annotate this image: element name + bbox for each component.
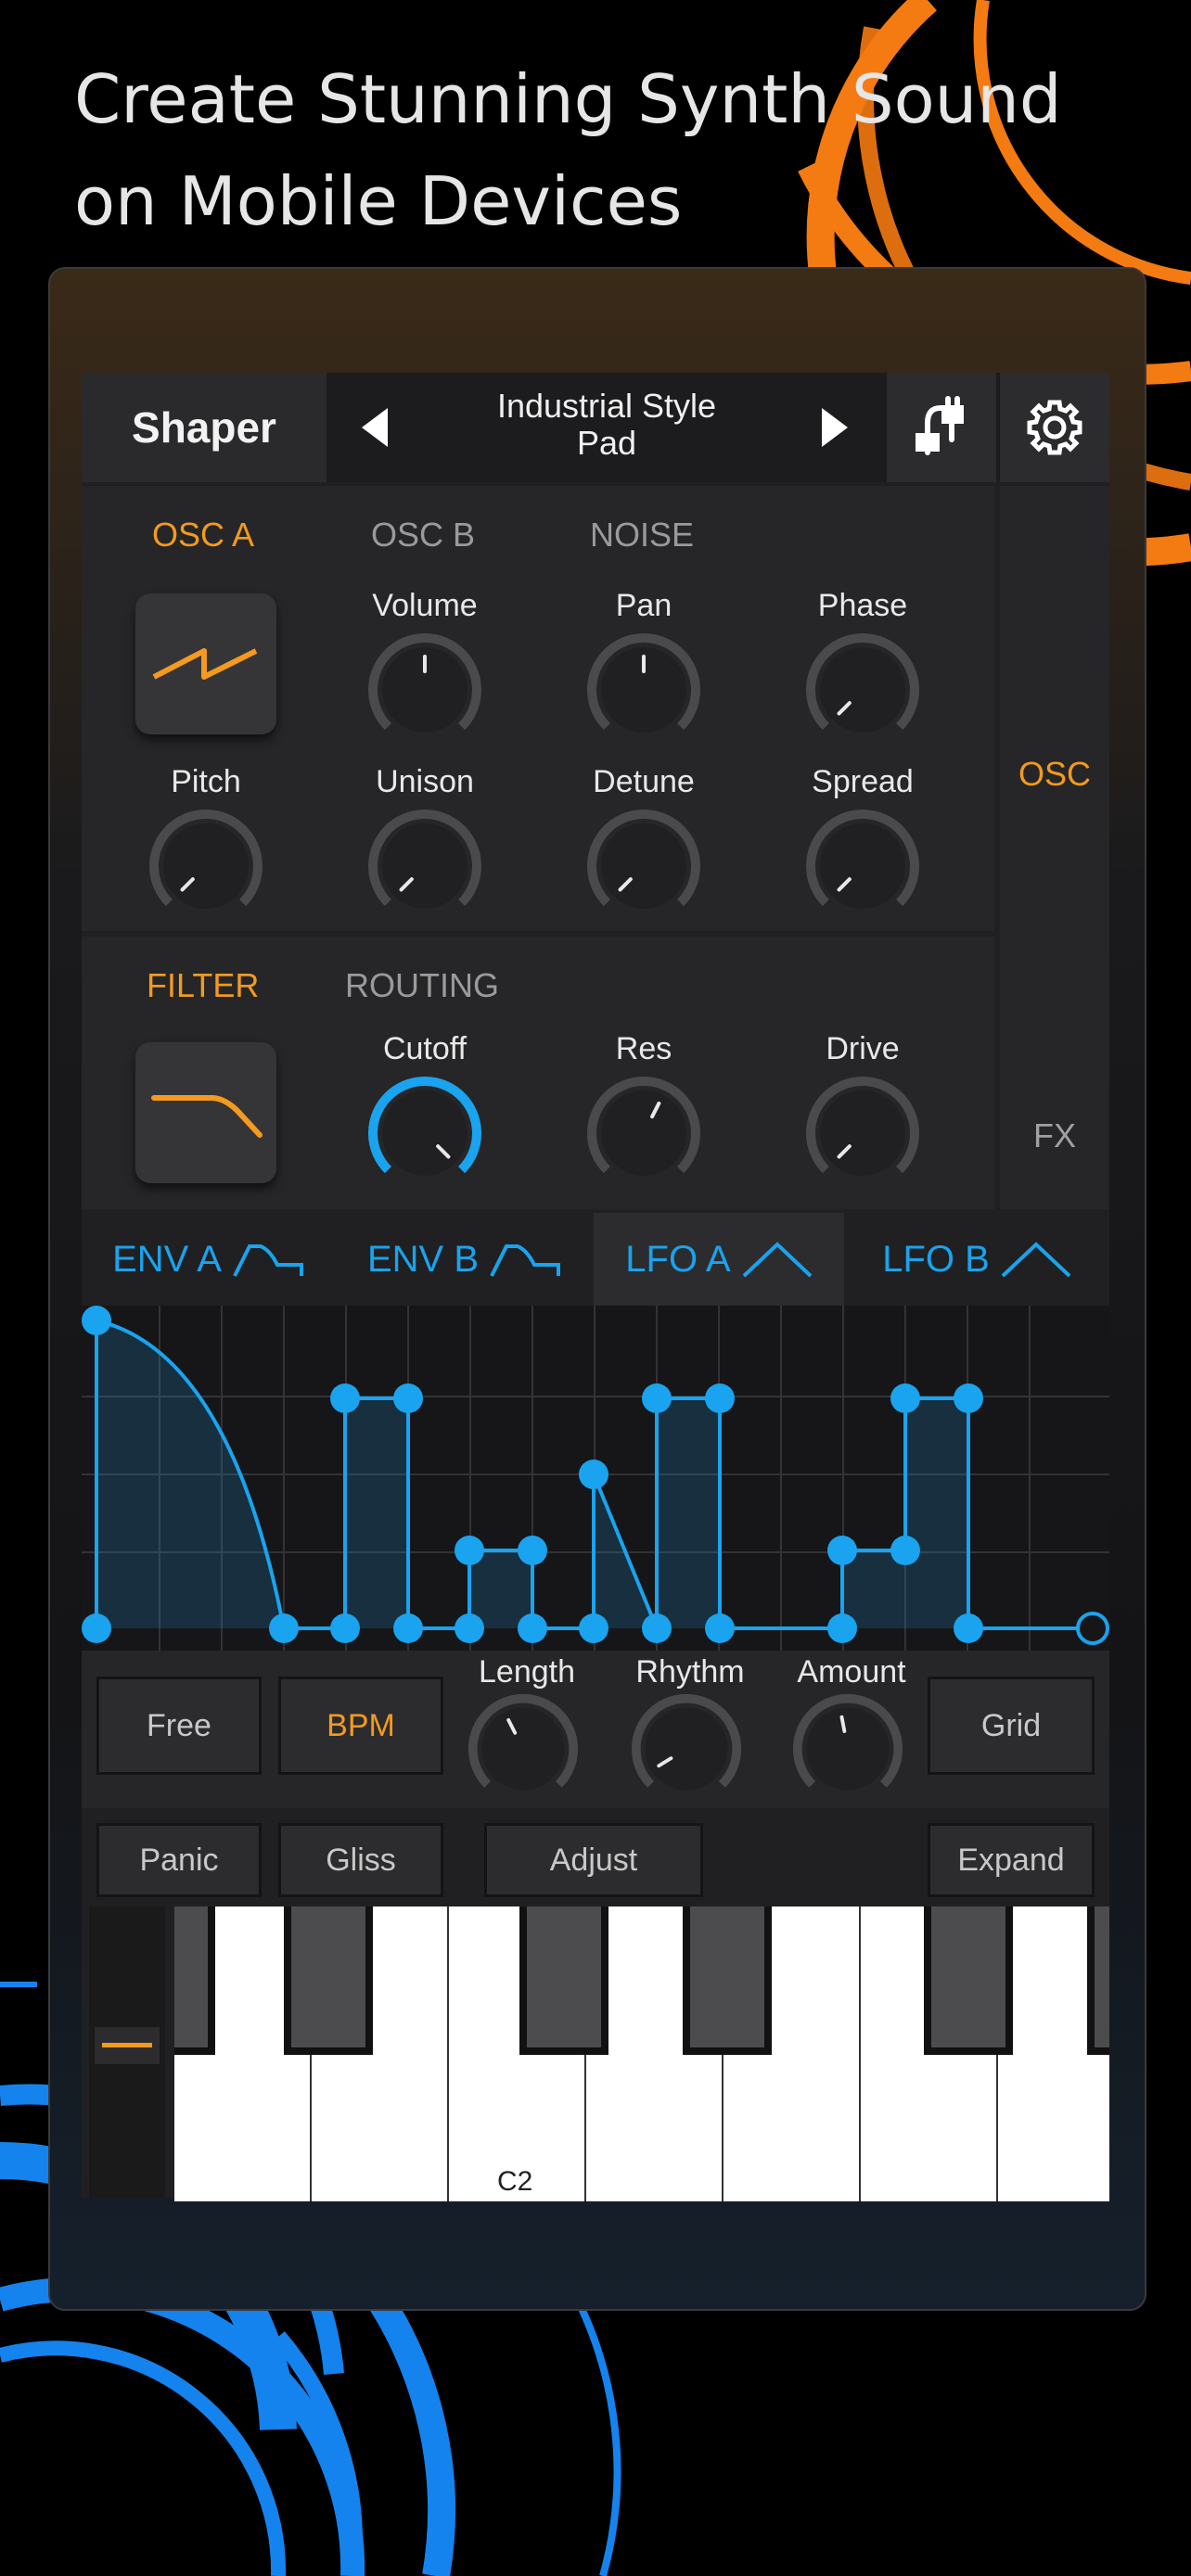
black-key[interactable] [683,1906,772,2055]
black-key[interactable] [174,1906,215,2055]
osc-panel: OSC A OSC B NOISE Volume Pan Phase Pitch… [82,486,994,931]
tab-osc-b[interactable]: OSC B [371,516,475,555]
filter-type-button[interactable] [135,1042,276,1183]
expand-button[interactable]: Expand [928,1823,1095,1897]
piano-keyboard[interactable]: C2 [174,1906,1109,2201]
headline-line-1: Create Stunning Synth Sound [74,60,1062,138]
unison-knob[interactable] [365,807,484,925]
unison-label: Unison [376,764,474,799]
triangle-wave-icon [1001,1242,1071,1278]
sawtooth-wave-icon [152,648,258,680]
envelope-icon [490,1244,561,1277]
gliss-button[interactable]: Gliss [278,1823,443,1897]
gear-icon [1027,400,1082,455]
tab-lfo-a[interactable]: LFO A [594,1213,844,1306]
pitch-wheel[interactable] [89,1906,165,2198]
amount-knob[interactable] [790,1691,905,1806]
pitch-label: Pitch [171,764,241,799]
tab-routing[interactable]: ROUTING [345,966,499,1005]
headline: Create Stunning Synth Sound on Mobile De… [74,48,1141,252]
app-name: Shaper [132,403,276,452]
filter-panel: FILTER ROUTING Cutoff Res Drive [82,937,994,1209]
settings-button[interactable] [1000,373,1109,482]
volume-label: Volume [372,588,478,623]
mod-tab-bar: ENV A ENV B LFO A LFO B [82,1213,1109,1306]
adjust-button[interactable]: Adjust [484,1823,703,1897]
detune-label: Detune [593,764,695,799]
tab-lfo-b-label: LFO B [882,1238,990,1280]
keyboard-toolbar: Panic Gliss Adjust Expand [82,1810,1109,1906]
tab-filter[interactable]: FILTER [147,966,259,1005]
side-tab-fx[interactable]: FX [1000,1116,1109,1155]
note-label: C2 [497,2166,533,2197]
spread-label: Spread [812,764,914,799]
drive-label: Drive [826,1031,900,1066]
lfo-controls: Free BPM Length Rhythm Amount Grid [82,1651,1109,1808]
detune-knob[interactable] [584,807,703,925]
tab-env-b[interactable]: ENV B [334,1213,594,1306]
pitch-wheel-line [102,2043,152,2047]
prev-preset-icon[interactable] [362,408,390,447]
preset-name-line-2: Pad [576,424,637,462]
pitch-wheel-indicator [95,2027,160,2064]
app-name-button[interactable]: Shaper [82,373,327,482]
tab-lfo-b[interactable]: LFO B [844,1213,1109,1306]
next-preset-icon[interactable] [820,408,848,447]
lfo-end-node[interactable] [1076,1612,1109,1645]
preset-name-line-1: Industrial Style [496,387,717,425]
drive-knob[interactable] [803,1074,922,1192]
tab-env-a-label: ENV A [112,1238,222,1280]
length-label: Length [479,1654,575,1690]
header-bar: Shaper Industrial Style Pad [82,373,1109,482]
cable-icon [916,396,964,455]
free-button[interactable]: Free [96,1677,262,1775]
length-knob[interactable] [466,1691,581,1806]
bpm-button[interactable]: BPM [278,1677,443,1775]
waveform-button[interactable] [135,593,276,734]
rhythm-label: Rhythm [635,1654,745,1690]
pan-knob[interactable] [584,631,703,749]
preset-selector[interactable]: Industrial Style Pad [328,373,885,482]
side-tab-column: OSC FX [1000,486,1109,1209]
headline-line-2: on Mobile Devices [74,162,683,240]
phase-knob[interactable] [803,631,922,749]
pitch-knob[interactable] [147,807,265,925]
envelope-icon [233,1244,303,1277]
cutoff-knob[interactable] [365,1074,484,1192]
tab-noise[interactable]: NOISE [590,516,694,555]
spread-knob[interactable] [803,807,922,925]
grid-button[interactable]: Grid [928,1677,1095,1775]
volume-knob[interactable] [365,631,484,749]
rhythm-knob[interactable] [629,1691,744,1806]
black-key[interactable] [519,1906,608,2055]
tab-osc-a[interactable]: OSC A [152,516,254,555]
black-key[interactable] [284,1906,373,2055]
pan-label: Pan [615,588,672,623]
side-tab-osc[interactable]: OSC [1000,755,1109,794]
black-key[interactable] [1087,1906,1109,2055]
phase-label: Phase [817,588,908,623]
synth-app: Shaper Industrial Style Pad OSC FX OSC A… [82,373,1109,2201]
tab-env-b-label: ENV B [366,1238,480,1280]
preset-name: Industrial Style Pad [403,388,811,462]
lowpass-filter-icon [151,1095,263,1138]
amount-label: Amount [797,1654,906,1690]
res-label: Res [615,1031,672,1066]
triangle-wave-icon [742,1242,813,1278]
tab-lfo-a-label: LFO A [625,1238,731,1280]
routing-button[interactable] [887,373,996,482]
res-knob[interactable] [584,1074,703,1192]
tab-env-a[interactable]: ENV A [82,1213,334,1306]
black-key[interactable] [924,1906,1013,2055]
panic-button[interactable]: Panic [96,1823,262,1897]
cutoff-label: Cutoff [382,1031,467,1066]
lfo-shape-editor[interactable] [82,1306,1109,1651]
